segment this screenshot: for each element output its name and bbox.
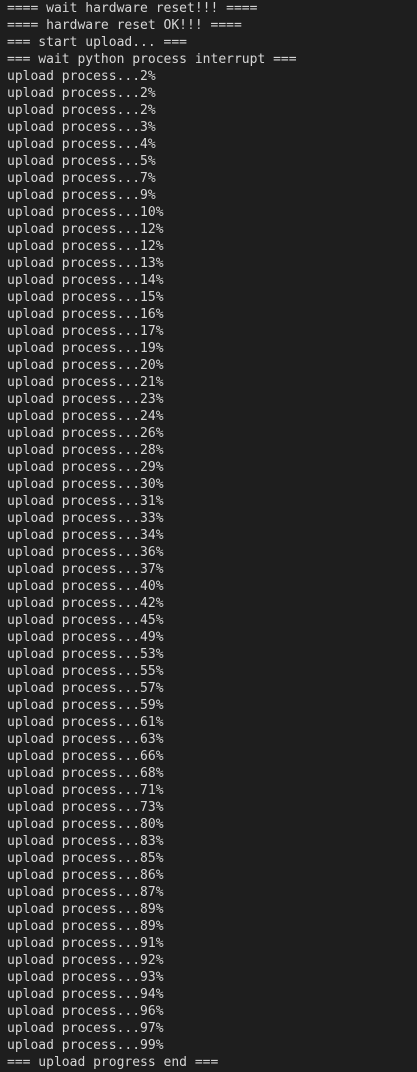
terminal-line: upload process...83% [7,834,164,849]
terminal-line: upload process...29% [7,460,164,475]
terminal-line: upload process...19% [7,341,164,356]
terminal-line: upload process...40% [7,579,164,594]
terminal-line: upload process...15% [7,290,164,305]
terminal-line: upload process...57% [7,681,164,696]
terminal-line: upload process...61% [7,715,164,730]
terminal-output[interactable]: ==== wait hardware reset!!! ==== ==== har… [0,0,417,1072]
terminal-line: upload process...7% [7,171,156,186]
terminal-line: upload process...59% [7,698,164,713]
terminal-line: upload process...2% [7,103,156,118]
terminal-line: upload process...66% [7,749,164,764]
terminal-line: upload process...3% [7,120,156,135]
terminal-line: upload process...31% [7,494,164,509]
terminal-line: upload process...37% [7,562,164,577]
terminal-line: === upload progress end === [7,1055,219,1070]
terminal-line: upload process...42% [7,596,164,611]
terminal-line: upload process...71% [7,783,164,798]
terminal-line: upload process...12% [7,239,164,254]
terminal-line: ==== hardware reset OK!!! ==== [7,18,242,33]
terminal-line: upload process...30% [7,477,164,492]
terminal-line: upload process...16% [7,307,164,322]
terminal-line: upload process...26% [7,426,164,441]
terminal-line: === start upload... === [7,35,188,50]
terminal-line: upload process...34% [7,528,164,543]
terminal-line: === wait python process interrupt === [7,52,297,67]
terminal-line: upload process...21% [7,375,164,390]
terminal-line: upload process...36% [7,545,164,560]
terminal-line: upload process...45% [7,613,164,628]
terminal-line: upload process...17% [7,324,164,339]
terminal-line: upload process...53% [7,647,164,662]
terminal-line: upload process...80% [7,817,164,832]
terminal-line: upload process...33% [7,511,164,526]
terminal-line: upload process...85% [7,851,164,866]
terminal-line: upload process...23% [7,392,164,407]
terminal-line: upload process...89% [7,919,164,934]
terminal-line: upload process...49% [7,630,164,645]
terminal-line: upload process...55% [7,664,164,679]
terminal-line: upload process...93% [7,970,164,985]
terminal-line: upload process...20% [7,358,164,373]
terminal-line: upload process...4% [7,137,156,152]
terminal-line: upload process...68% [7,766,164,781]
terminal-line: upload process...99% [7,1038,164,1053]
terminal-line: upload process...96% [7,1004,164,1019]
terminal-line: upload process...24% [7,409,164,424]
terminal-line: upload process...10% [7,205,164,220]
terminal-line: upload process...89% [7,902,164,917]
terminal-line: upload process...28% [7,443,164,458]
terminal-line: upload process...63% [7,732,164,747]
terminal-line: upload process...86% [7,868,164,883]
terminal-line: upload process...5% [7,154,156,169]
terminal-line: upload process...2% [7,69,156,84]
terminal-line: upload process...9% [7,188,156,203]
terminal-line: upload process...97% [7,1021,164,1036]
terminal-line: upload process...87% [7,885,164,900]
terminal-line: ==== wait hardware reset!!! ==== [7,1,258,16]
terminal-line: upload process...94% [7,987,164,1002]
terminal-line: upload process...92% [7,953,164,968]
terminal-line: upload process...91% [7,936,164,951]
terminal-line: upload process...2% [7,86,156,101]
terminal-line: upload process...13% [7,256,164,271]
terminal-line: upload process...73% [7,800,164,815]
terminal-line: upload process...14% [7,273,164,288]
terminal-line: upload process...12% [7,222,164,237]
terminal-log: ==== wait hardware reset!!! ==== ==== har… [7,0,417,1071]
